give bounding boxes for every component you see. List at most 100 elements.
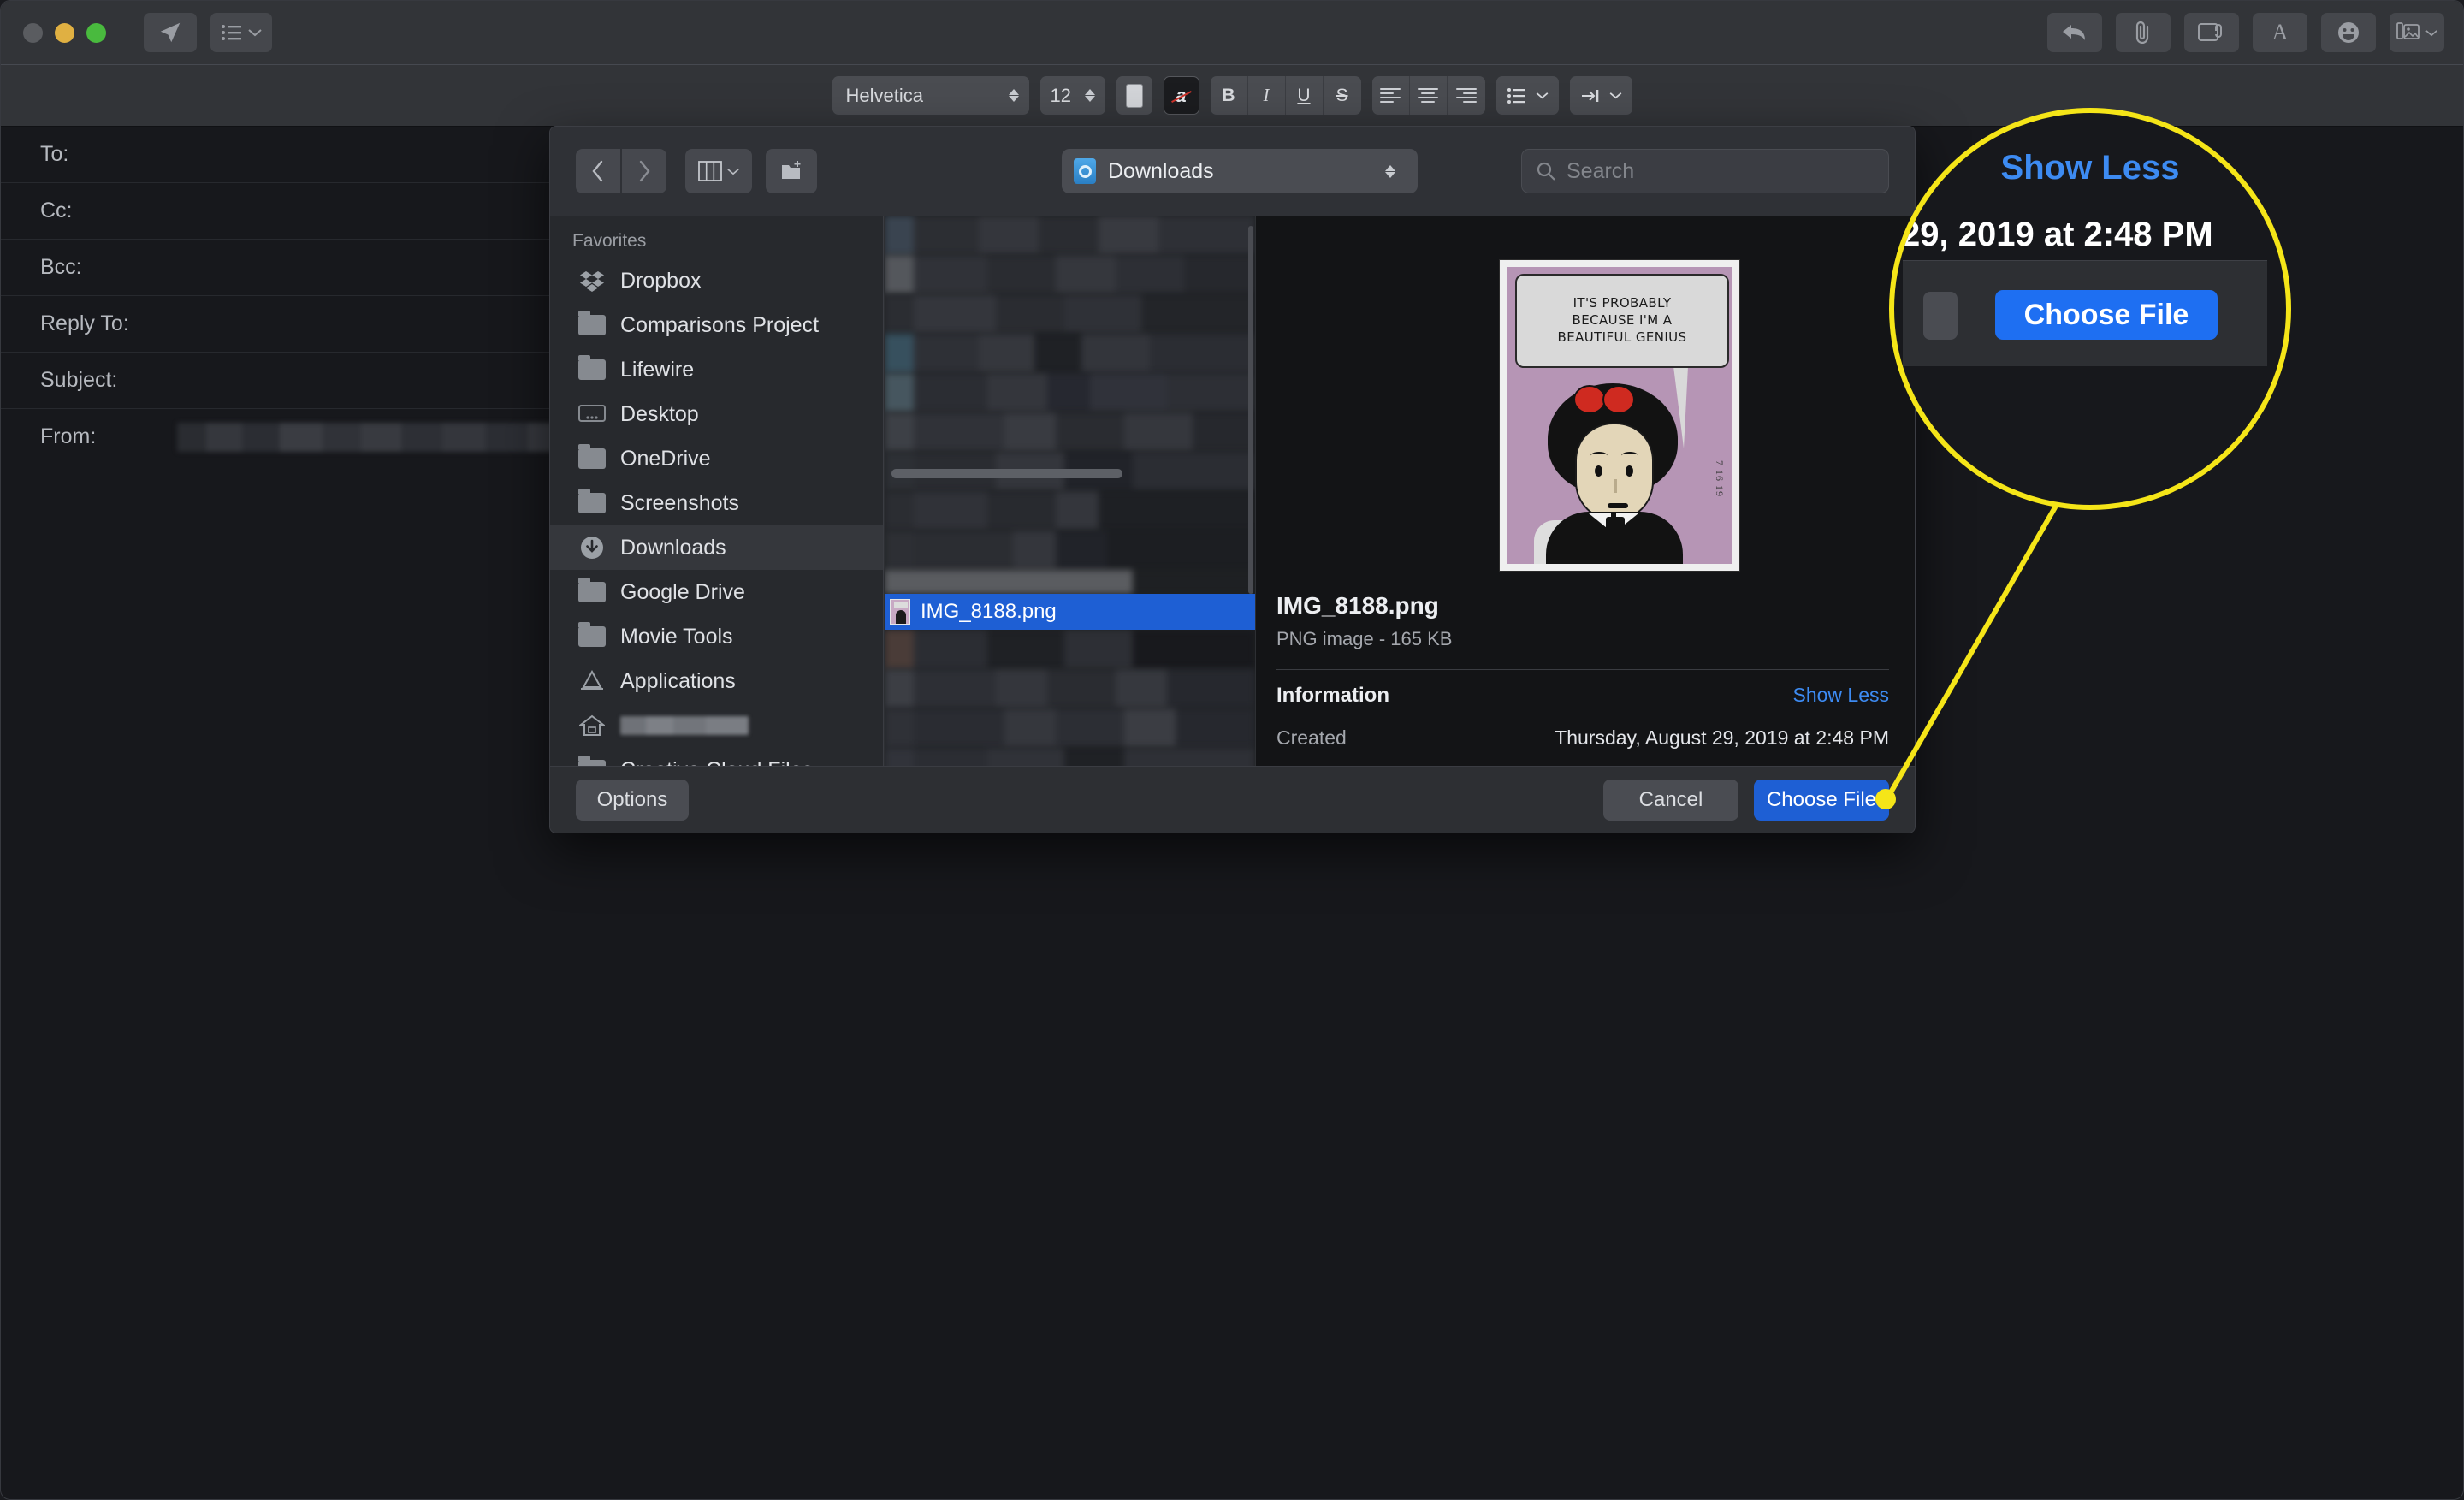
chevron-down-icon	[1536, 92, 1548, 99]
forward-button[interactable]	[622, 149, 666, 193]
font-family-select[interactable]: Helvetica	[832, 76, 1029, 115]
sidebar-item-downloads[interactable]: Downloads	[550, 525, 883, 570]
emoji-button[interactable]	[2321, 13, 2376, 52]
dropbox-icon	[578, 270, 607, 292]
new-folder-button[interactable]	[766, 149, 817, 193]
view-toggle-button[interactable]	[685, 149, 752, 193]
information-heading: Information	[1276, 684, 1389, 707]
from-account-value-redacted[interactable]	[177, 422, 588, 452]
font-size-select[interactable]: 12	[1040, 76, 1105, 115]
sidebar-item-creative-cloud-files[interactable]: Creative Cloud Files	[550, 748, 883, 766]
downloads-icon	[578, 537, 607, 559]
sidebar-item-dropbox[interactable]: Dropbox	[550, 258, 883, 303]
italic-label: I	[1263, 85, 1270, 105]
show-less-link[interactable]: Show Less	[1792, 684, 1889, 707]
sidebar-item-label: Google Drive	[620, 579, 745, 604]
format-button[interactable]: A	[2253, 13, 2307, 52]
sidebar-item-google-drive[interactable]: Google Drive	[550, 570, 883, 614]
file-row-blurred[interactable]	[885, 748, 1255, 766]
file-list-item-selected[interactable]: IMG_8188.png	[885, 594, 1255, 630]
created-row: Created Thursday, August 29, 2019 at 2:4…	[1276, 726, 1889, 750]
minimize-window-button[interactable]	[55, 22, 74, 43]
list-style-menu[interactable]	[1496, 76, 1559, 115]
preview-filename: IMG_8188.png	[1276, 592, 1439, 619]
smiley-icon	[2338, 22, 2359, 43]
file-row-blurred[interactable]	[885, 373, 1255, 412]
attach-button[interactable]	[2116, 13, 2171, 52]
home-icon	[578, 714, 607, 737]
sidebar-item-label: Downloads	[620, 535, 726, 560]
eye-right	[1626, 465, 1633, 477]
align-right-button[interactable]	[1448, 76, 1485, 115]
downloads-folder-icon	[1074, 158, 1096, 184]
text-color-button[interactable]: a	[1163, 76, 1199, 115]
path-popup-button[interactable]: Downloads	[1062, 149, 1418, 193]
folder-icon	[578, 355, 607, 381]
close-window-button[interactable]	[23, 22, 43, 43]
maximize-window-button[interactable]	[86, 22, 106, 43]
indent-menu[interactable]	[1569, 76, 1632, 115]
markup-button[interactable]	[2184, 13, 2239, 52]
magnifier-callout: Show Less 29, 2019 at 2:48 PM Choose Fil…	[1889, 108, 2291, 510]
sidebar-item-label: Screenshots	[620, 490, 739, 515]
file-row-blurred[interactable]	[885, 708, 1255, 748]
information-header-row: Information Show Less	[1276, 684, 1889, 708]
sidebar-item-desktop[interactable]: Desktop	[550, 392, 883, 436]
header-fields-menu-button[interactable]	[210, 13, 272, 52]
file-row-blurred[interactable]	[885, 491, 1255, 531]
file-row-blurred[interactable]	[885, 412, 1255, 452]
file-list-horizontal-scrollbar[interactable]	[891, 469, 1122, 478]
bold-button[interactable]: B	[1211, 76, 1248, 115]
field-label-subject: Subject:	[40, 368, 118, 392]
file-row-blurred[interactable]	[885, 669, 1255, 708]
sidebar-item-screenshots[interactable]: Screenshots	[550, 481, 883, 525]
photo-browser-button[interactable]	[2390, 13, 2444, 52]
background-color-button[interactable]	[1116, 76, 1152, 115]
paperclip-icon	[2135, 21, 2149, 44]
reply-button[interactable]	[2047, 13, 2102, 52]
file-row-blurred[interactable]	[885, 334, 1255, 373]
file-row-blurred[interactable]	[885, 531, 1255, 570]
file-row-blurred[interactable]	[885, 294, 1255, 334]
back-chevron-icon	[592, 160, 603, 182]
align-center-icon	[1418, 88, 1438, 103]
sidebar-item-lifewire[interactable]: Lifewire	[550, 347, 883, 392]
folder-icon	[578, 578, 607, 603]
sidebar-item-onedrive[interactable]: OneDrive	[550, 436, 883, 481]
align-left-icon	[1380, 88, 1401, 103]
field-label-to: To:	[40, 142, 69, 166]
folder-icon	[578, 311, 607, 336]
file-row-blurred[interactable]	[885, 255, 1255, 294]
sidebar-item-movie-tools[interactable]: Movie Tools	[550, 614, 883, 659]
sidebar-item-home[interactable]	[550, 703, 883, 748]
file-list-vertical-scrollbar[interactable]	[1248, 226, 1253, 594]
folder-icon	[578, 489, 607, 514]
cancel-button[interactable]: Cancel	[1603, 779, 1738, 821]
align-left-button[interactable]	[1372, 76, 1410, 115]
file-row-blurred[interactable]	[885, 630, 1255, 669]
options-button[interactable]: Options	[576, 779, 689, 821]
new-folder-icon	[782, 161, 801, 179]
sidebar-item-comparisons-project[interactable]: Comparisons Project	[550, 303, 883, 347]
chevron-down-icon	[727, 168, 739, 175]
back-button[interactable]	[576, 149, 620, 193]
send-button[interactable]	[144, 13, 197, 52]
color-swatch-icon	[1125, 83, 1143, 108]
folder-icon	[578, 622, 607, 648]
mouth	[1608, 503, 1628, 508]
eye-left	[1595, 465, 1602, 477]
indent-icon	[1581, 89, 1598, 102]
file-row-blurred[interactable]	[885, 216, 1255, 255]
align-center-button[interactable]	[1410, 76, 1448, 115]
preview-kind-size: PNG image - 165 KB	[1276, 628, 1453, 649]
search-input[interactable]: Search	[1521, 149, 1889, 193]
underline-button[interactable]: U	[1286, 76, 1324, 115]
sidebar-item-applications[interactable]: Applications	[550, 659, 883, 703]
callout-show-less-label: Show Less	[2000, 149, 2180, 187]
file-row-blurred[interactable]	[885, 570, 1255, 594]
nose	[1614, 479, 1617, 493]
choose-file-button[interactable]: Choose File	[1754, 779, 1889, 821]
file-list-column[interactable]: IMG_8188.png	[885, 216, 1255, 766]
italic-button[interactable]: I	[1248, 76, 1286, 115]
strikethrough-button[interactable]: S	[1324, 76, 1361, 115]
